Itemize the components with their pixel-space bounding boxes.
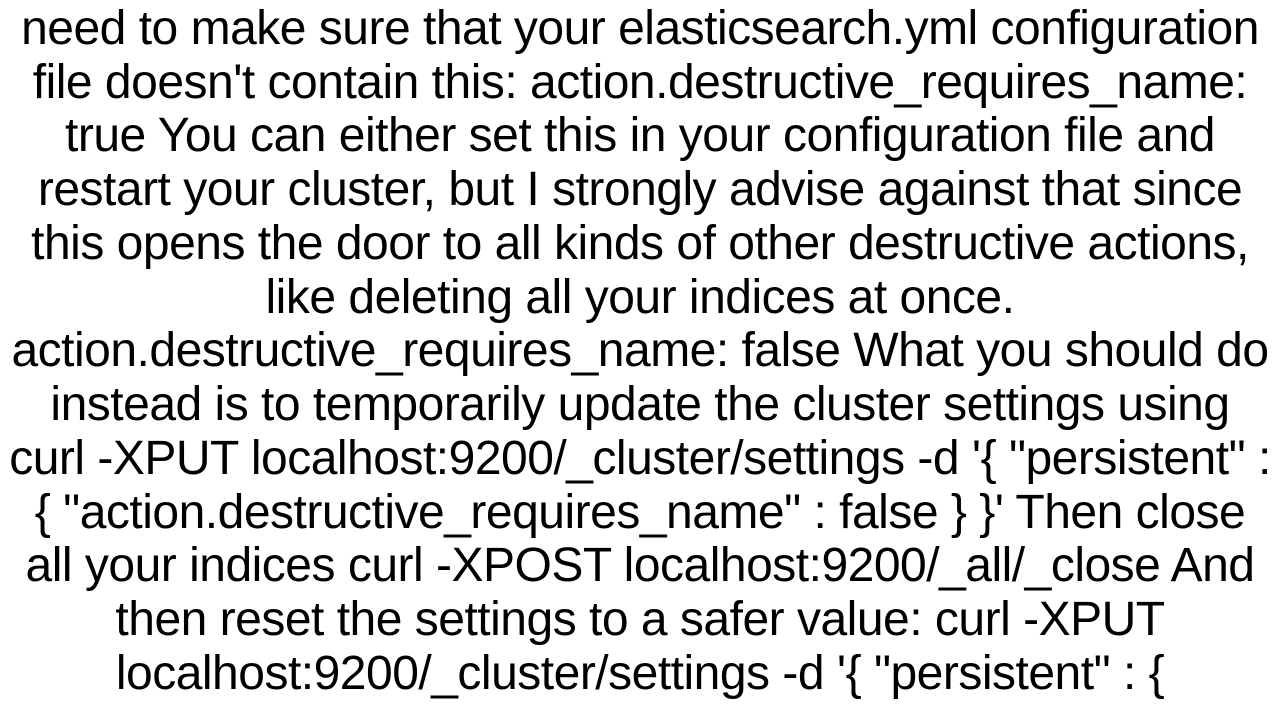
document-body: action, it is maybe disabled by default … bbox=[0, 0, 1280, 701]
